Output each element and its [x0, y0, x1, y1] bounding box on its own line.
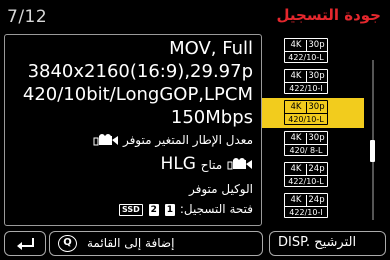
format-icon: 4K 30p 420/ 8-L	[284, 131, 328, 156]
add-to-list-label: إضافة إلى القائمة	[87, 236, 175, 250]
format-item[interactable]: 4K 30p 422/10-L	[262, 36, 364, 66]
variable-frame-rate-info: معدل الإطار المتغير متوفر	[93, 133, 253, 147]
format-icon: 4K 24p 422/10-I	[284, 193, 328, 218]
format-resolution: 4K	[290, 40, 302, 50]
slot-1-badge: 1	[164, 203, 175, 216]
format-resolution: 4K	[290, 133, 302, 143]
format-item[interactable]: 4K 24p 422/10-I	[262, 191, 364, 221]
format-codec: 422/10-L	[285, 51, 327, 63]
proxy-info: الوكيل متوفر	[188, 182, 253, 196]
ssd-badge: SSD	[119, 203, 143, 216]
format-codec: 422/10-I	[285, 82, 327, 94]
format-item[interactable]: 4K 30p 422/10-I	[262, 67, 364, 97]
recording-quality-screen: 7/12 جودة التسجيل MOV, Full 3840x2160(16…	[0, 0, 390, 260]
screen-title: جودة التسجيل	[276, 6, 381, 24]
footer: Q إضافة إلى القائمة DISP. الترشيح	[0, 228, 390, 260]
scrollbar-thumb[interactable]	[370, 140, 375, 162]
bitrate: 150Mbps	[170, 107, 253, 128]
format-icon: 4K 30p 420/10-L	[284, 100, 328, 125]
format-icon: 4K 24p 422/10-L	[284, 162, 328, 187]
back-button[interactable]	[4, 231, 46, 256]
hlg-available-label: متاح	[200, 158, 223, 172]
format-item-selected[interactable]: 4K 30p 420/10-L	[262, 98, 364, 128]
format-resolution: 4K	[290, 102, 302, 112]
format-list: 4K 30p 422/10-L 4K 30p 422/10-I 4K 30p 420/…	[262, 36, 364, 222]
recording-slot-label: فتحة التسجيل:	[179, 202, 253, 216]
format-resolution: 4K	[290, 195, 302, 205]
format-icon: 4K 30p 422/10-I	[284, 69, 328, 94]
format-codec: 420/10-L	[285, 113, 327, 125]
add-to-list-button[interactable]: Q إضافة إلى القائمة	[49, 231, 263, 256]
format-codec: 422/10-L	[285, 175, 327, 187]
hlg-label: HLG	[160, 154, 196, 174]
format-resolution: 4K	[290, 71, 302, 81]
format-framerate: 24p	[306, 164, 326, 175]
recording-slot-info: فتحة التسجيل: 1 2 SSD	[118, 202, 253, 216]
resolution-framerate: 3840x2160(16:9),29.97p	[27, 61, 253, 82]
format-framerate: 30p	[306, 102, 326, 113]
video-camera-icon	[93, 134, 119, 147]
page-indicator: 7/12	[7, 7, 48, 27]
header: 7/12 جودة التسجيل	[0, 0, 390, 34]
q-button-icon: Q	[58, 235, 77, 252]
container-format: MOV, Full	[169, 38, 253, 59]
format-codec: 420/ 8-L	[285, 144, 327, 156]
format-codec: 422/10-I	[285, 206, 327, 218]
filter-label: DISP. الترشيح	[278, 235, 357, 250]
format-resolution: 4K	[290, 164, 302, 174]
format-item[interactable]: 4K 30p 420/ 8-L	[262, 129, 364, 159]
video-camera-icon	[227, 158, 253, 171]
format-framerate: 30p	[306, 133, 326, 144]
variable-frame-rate-label: معدل الإطار المتغير متوفر	[122, 133, 253, 147]
format-framerate: 30p	[306, 71, 326, 82]
format-item[interactable]: 4K 24p 422/10-L	[262, 160, 364, 190]
format-info-panel: MOV, Full 3840x2160(16:9),29.97p 420/10b…	[4, 34, 262, 226]
slot-2-badge: 2	[148, 203, 159, 216]
codec-info: 420/10bit/LongGOP,LPCM	[22, 84, 253, 105]
filter-button[interactable]: DISP. الترشيح	[269, 231, 386, 256]
back-arrow-icon	[17, 238, 34, 250]
format-framerate: 30p	[306, 40, 326, 51]
format-icon: 4K 30p 422/10-L	[284, 38, 328, 63]
hlg-availability: HLG متاح	[161, 154, 253, 174]
format-framerate: 24p	[306, 195, 326, 206]
